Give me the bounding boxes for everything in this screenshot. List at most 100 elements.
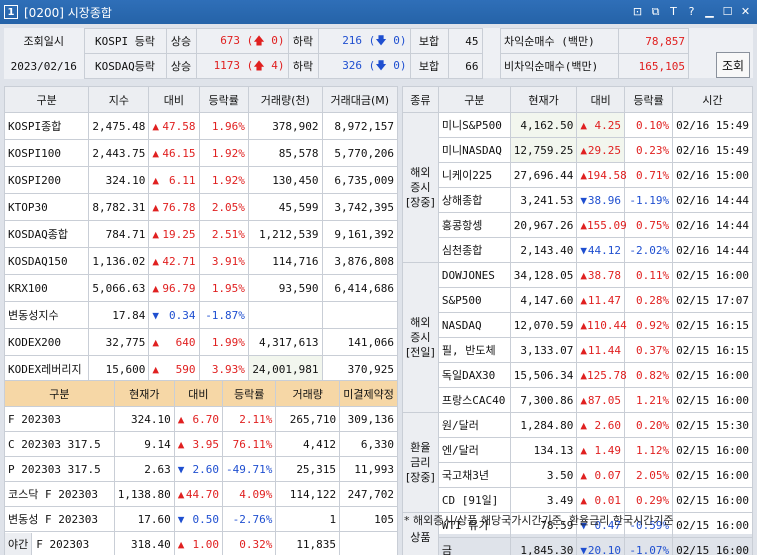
- rate-cell: 2.51%: [198, 220, 249, 248]
- group-label-line: 상품: [410, 531, 431, 544]
- font-size-icon[interactable]: T: [666, 4, 681, 19]
- flat-label: 보합: [409, 28, 449, 54]
- change-value: 125.78: [587, 368, 627, 382]
- amount-cell: 370,925: [321, 355, 399, 383]
- instrument-name: 상해종합: [437, 187, 511, 213]
- amount-cell: 5,770,206: [321, 139, 399, 167]
- inquire-button[interactable]: 조회: [716, 52, 750, 78]
- link-icon[interactable]: ⊡: [630, 4, 645, 19]
- index-name: KOSPI200: [3, 166, 90, 194]
- futures-name-text: F 202303: [36, 537, 90, 551]
- change-cell: ▲ 194.58: [576, 162, 627, 188]
- non-arbitrage-label: 비차익순매수(백만): [500, 53, 619, 79]
- change-cell: ▲ 6.11: [148, 166, 200, 194]
- time-cell: 02/15 16:00: [672, 512, 753, 538]
- table-row: 환율 금리 [장중] 원/달러 1,284.80 ▲ 2.60 0.20% 02/15 15:3…: [402, 412, 753, 513]
- help-icon[interactable]: ?: [684, 4, 699, 19]
- up-triangle-icon: ▲: [580, 143, 588, 157]
- up-arrow-icon: 🡅: [253, 58, 265, 72]
- index-price: 5,066.63: [88, 274, 150, 302]
- column-header: 거래대금(M): [321, 86, 399, 113]
- open-interest-cell: 105: [339, 506, 398, 532]
- program-trading-table: 차익순매수 (백만) 78,857 비차익순매수(백만) 165,105: [500, 28, 689, 79]
- change-cell: ▼ 0.34: [148, 301, 200, 329]
- index-name: KTOP30: [3, 193, 90, 221]
- volume-cell: 114,122: [275, 481, 341, 507]
- column-header: 종류: [402, 86, 439, 113]
- world-market-panel: 종류 구분 현재가 대비 등락률 시간 해외 증시 [장중] 미니S&P500 4,162.50 ▲…: [402, 86, 753, 555]
- instrument-name: 국고채3년: [437, 462, 511, 488]
- rate-cell: 0.23%: [623, 137, 674, 163]
- table-row: 미니NASDAQ 12,759.25 ▲ 29.25 0.23% 02/16 15:49: [403, 137, 753, 163]
- table-row: 홍콩항셍 20,967.26 ▲ 155.09 0.75% 02/16 14:44: [403, 212, 753, 238]
- rate-cell: -2.76%: [221, 506, 277, 532]
- minimize-icon[interactable]: ▁: [702, 4, 717, 19]
- time-cell: 02/15 16:00: [672, 437, 753, 463]
- instrument-price: 20,967.26: [509, 212, 578, 238]
- index-price: 17.84: [88, 301, 150, 329]
- change-value: 0.50: [192, 512, 219, 526]
- change-value: 20.10: [587, 543, 621, 555]
- table-row: P 202303 317.5 2.63 ▼ 2.60 -49.71% 25,315 11,9…: [4, 456, 398, 482]
- table-row: KOSDAQ150 1,136.02 ▲ 42.71 3.91% 114,716 3,876…: [3, 247, 399, 275]
- table-row: KOSPI종합 2,475.48 ▲ 47.58 1.96% 378,902 8,972,1…: [3, 112, 399, 140]
- group-label-line: [장중]: [406, 471, 435, 484]
- title-bar: 1 [0200] 시장종합 ⊡ ⧉ T ? ▁ ☐ ✕: [0, 0, 757, 24]
- time-cell: 02/15 16:00: [672, 262, 753, 288]
- rate-cell: 0.28%: [623, 287, 674, 313]
- time-cell: 02/16 14:44: [672, 187, 753, 213]
- instrument-price: 12,759.25: [509, 137, 578, 163]
- up-change: 0: [271, 33, 278, 47]
- table-row: F 202303 324.10 ▲ 6.70 2.11% 265,710 309,136: [4, 406, 398, 432]
- instrument-name: 홍콩항셍: [437, 212, 511, 238]
- futures-price: 324.10: [113, 406, 175, 432]
- table-row: KTOP30 8,782.31 ▲ 76.78 2.05% 45,599 3,742,395: [3, 193, 399, 221]
- open-interest-cell: 6,330: [339, 431, 398, 457]
- up-triangle-icon: ▲: [580, 393, 588, 407]
- rate-cell: 1.92%: [198, 166, 249, 194]
- close-icon[interactable]: ✕: [738, 4, 753, 19]
- flat-count: 45: [447, 28, 483, 54]
- futures-price: 2.63: [113, 456, 175, 482]
- change-value: 46.15: [162, 146, 196, 160]
- open-interest-cell: 309,136: [339, 406, 398, 432]
- down-change: 0: [393, 58, 400, 72]
- up-triangle-icon: ▲: [152, 200, 159, 214]
- table-row: 변동성지수 17.84 ▼ 0.34 -1.87%: [3, 301, 399, 329]
- futures-name: 야간 F 202303: [4, 531, 115, 555]
- up-triangle-icon: ▲: [152, 335, 159, 349]
- volume-cell: 378,902: [247, 112, 323, 140]
- change-cell: ▲ 87.05: [576, 387, 625, 413]
- column-header: 시간: [672, 86, 753, 113]
- rate-cell: 3.93%: [198, 355, 249, 383]
- date-label: 조회일시: [4, 28, 84, 54]
- rate-cell: 0.37%: [623, 337, 674, 363]
- change-cell: ▼ 38.96: [576, 187, 625, 213]
- rate-cell: 0.10%: [623, 112, 674, 138]
- rate-cell: 2.11%: [221, 406, 277, 432]
- up-triangle-icon: ▲: [580, 493, 588, 507]
- change-value: 155.09: [587, 218, 627, 232]
- instrument-price: 15,506.34: [509, 362, 578, 388]
- window-body: 조회일시 KOSPI 등락 상승 673 (🡅 0) 하락 216 (🡇 0) …: [0, 24, 757, 555]
- down-label: 하락: [287, 53, 319, 79]
- group-label: 해외 증시 [장중]: [402, 112, 439, 263]
- down-count: 216 (🡇 0): [317, 28, 411, 54]
- copy-window-icon[interactable]: ⧉: [648, 4, 663, 19]
- window-title: [0200] 시장종합: [24, 5, 112, 20]
- night-tag: 야간: [5, 532, 33, 555]
- index-name: KOSDAQ종합: [3, 220, 90, 248]
- volume-cell: 4,412: [275, 431, 341, 457]
- down-change: 0: [393, 33, 400, 47]
- futures-name: 변동성 F 202303: [4, 506, 115, 532]
- change-value: 6.11: [169, 173, 196, 187]
- column-header: 등락률: [221, 380, 277, 407]
- maximize-icon[interactable]: ☐: [720, 4, 735, 19]
- instrument-price: 27,696.44: [509, 162, 578, 188]
- volume-cell: 1: [275, 506, 341, 532]
- down-arrow-icon: 🡇: [375, 58, 387, 72]
- change-cell: ▲ 125.78: [576, 362, 627, 388]
- up-triangle-icon: ▲: [152, 146, 159, 160]
- rate-cell: 1.96%: [198, 112, 249, 140]
- open-interest-cell: [339, 531, 398, 555]
